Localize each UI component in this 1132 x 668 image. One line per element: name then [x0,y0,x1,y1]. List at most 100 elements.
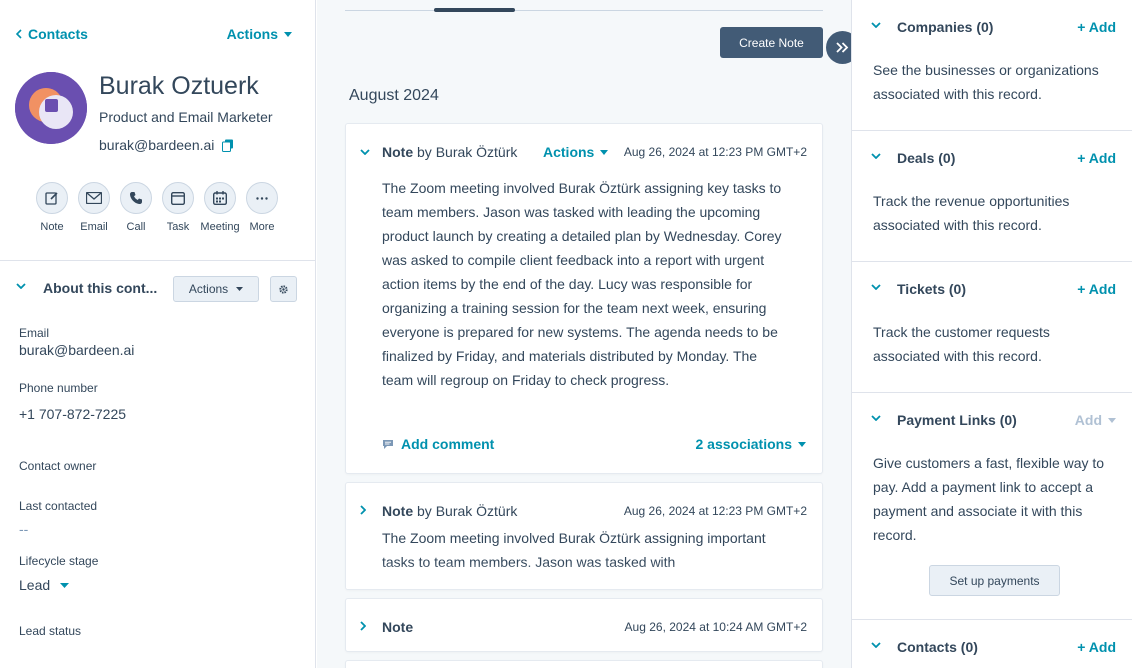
actions-label: Actions [226,26,278,42]
active-tab-indicator[interactable] [434,8,515,12]
envelope-icon [86,192,102,204]
contact-email[interactable]: burak@bardeen.ai [99,137,214,153]
note-card[interactable]: Note by Burak Öztürk Aug 26, 2024 at 12:… [345,482,823,590]
phone-icon [130,192,142,204]
call-action-button[interactable]: Call [115,182,157,233]
tickets-description: Track the customer requests associated w… [873,324,1050,364]
tickets-section: Tickets (0) + Add Track the customer req… [852,262,1132,393]
note-card[interactable]: Note by Burak Öztürk Actions Aug 26, 202… [345,123,823,474]
double-chevron-right-icon [836,42,849,53]
preview-fade [346,563,822,589]
back-link-label: Contacts [28,26,88,42]
note-type: Note [382,619,414,635]
calendar-icon [213,191,227,205]
add-company-button[interactable]: + Add [1077,19,1116,35]
deals-title[interactable]: Deals (0) [897,150,955,166]
meeting-action-label: Meeting [200,221,240,233]
email-action-circle[interactable] [78,182,110,214]
more-action-button[interactable]: More [241,182,283,233]
note-timestamp: Aug 26, 2024 at 12:23 PM GMT+2 [623,145,807,159]
note-card[interactable]: Note Aug 26, 2024 at 10:24 AM GMT+2 [345,598,823,652]
chevron-down-icon[interactable] [871,415,881,421]
chevron-down-icon[interactable] [16,283,26,289]
meeting-action-button[interactable]: Meeting [199,182,241,233]
associations-dropdown[interactable]: 2 associations [695,436,806,452]
tickets-title[interactable]: Tickets (0) [897,281,966,297]
task-icon [171,191,185,205]
quick-actions: Note Email Call Task Meeting More [31,182,283,233]
more-action-circle[interactable] [246,182,278,214]
note-author: by Burak Öztürk [417,503,518,519]
payment-links-description: Give customers a fast, flexible way to p… [873,455,1105,543]
back-to-contacts-link[interactable]: Contacts [16,26,88,42]
tab-bar-line [345,10,823,11]
about-settings-button[interactable] [270,276,297,302]
contact-panel: Contacts Actions Burak Oztuerk Product a… [0,0,316,668]
companies-title[interactable]: Companies (0) [897,19,993,35]
note-timestamp: Aug 26, 2024 at 10:24 AM GMT+2 [624,620,807,634]
email-field-value[interactable]: burak@bardeen.ai [19,342,134,358]
chevron-right-icon[interactable] [360,505,366,515]
note-actions-dropdown[interactable]: Actions [543,144,609,160]
lifecycle-stage-value: Lead [19,577,51,593]
caret-down-icon [798,441,806,447]
associations-label: 2 associations [695,436,793,452]
add-comment-label: Add comment [401,436,495,452]
payment-links-section: Payment Links (0) Add Give customers a f… [852,393,1132,620]
add-payment-link-dropdown[interactable]: Add [1075,412,1116,428]
contacts-section: Contacts (0) + Add [852,620,1132,668]
task-action-button[interactable]: Task [157,182,199,233]
deals-description: Track the revenue opportunities associat… [873,193,1070,233]
about-actions-button[interactable]: Actions [173,276,259,302]
email-field-label: Email [19,326,50,340]
about-section-title[interactable]: About this cont... [43,280,157,296]
chevron-down-icon[interactable] [871,22,881,28]
ellipsis-icon [256,196,268,200]
chevron-down-icon[interactable] [360,149,370,155]
last-contacted-value: -- [19,521,29,537]
collapse-sidebar-button[interactable] [826,31,851,64]
add-deal-button[interactable]: + Add [1077,150,1116,166]
left-divider [0,260,315,261]
note-card[interactable] [345,660,823,668]
contacts-title[interactable]: Contacts (0) [897,639,978,655]
lifecycle-stage-dropdown[interactable]: Lead [19,577,70,593]
add-payment-link-label: Add [1074,412,1102,428]
call-action-circle[interactable] [120,182,152,214]
note-header: Note by Burak Öztürk [382,144,517,160]
create-note-button[interactable]: Create Note [720,27,823,58]
chevron-down-icon[interactable] [871,153,881,159]
caret-down-icon [60,582,70,588]
month-heading: August 2024 [349,87,439,104]
activity-timeline: Create Note August 2024 Note by Burak Öz… [317,0,851,668]
phone-field-value[interactable]: +1 707-872-7225 [19,406,126,422]
chevron-down-icon[interactable] [871,642,881,648]
payment-links-title[interactable]: Payment Links (0) [897,412,1017,428]
note-type: Note [382,503,414,519]
task-action-label: Task [166,221,190,233]
note-header: Note by Burak Öztürk [382,503,517,519]
gear-icon [279,284,288,294]
set-up-payments-button[interactable]: Set up payments [929,565,1060,596]
task-action-circle[interactable] [162,182,194,214]
association-sidebar: Companies (0) + Add See the businesses o… [851,0,1132,668]
contact-actions-dropdown[interactable]: Actions [227,26,292,42]
chevron-down-icon[interactable] [871,284,881,290]
note-type: Note [382,144,414,160]
caret-down-icon [600,149,609,155]
email-action-button[interactable]: Email [73,182,115,233]
chevron-right-icon[interactable] [360,621,366,631]
comment-icon [383,439,393,449]
avatar-logo-icon [15,72,87,144]
copy-icon[interactable] [222,139,234,152]
add-comment-button[interactable]: Add comment [382,436,494,452]
note-action-button[interactable]: Note [31,182,73,233]
note-action-circle[interactable] [36,182,68,214]
meeting-action-circle[interactable] [204,182,236,214]
more-action-label: More [249,221,275,233]
caret-down-icon [1108,417,1116,423]
last-contacted-label: Last contacted [19,499,98,513]
add-contact-button[interactable]: + Add [1077,639,1116,655]
email-action-label: Email [80,221,108,233]
add-ticket-button[interactable]: + Add [1077,281,1116,297]
